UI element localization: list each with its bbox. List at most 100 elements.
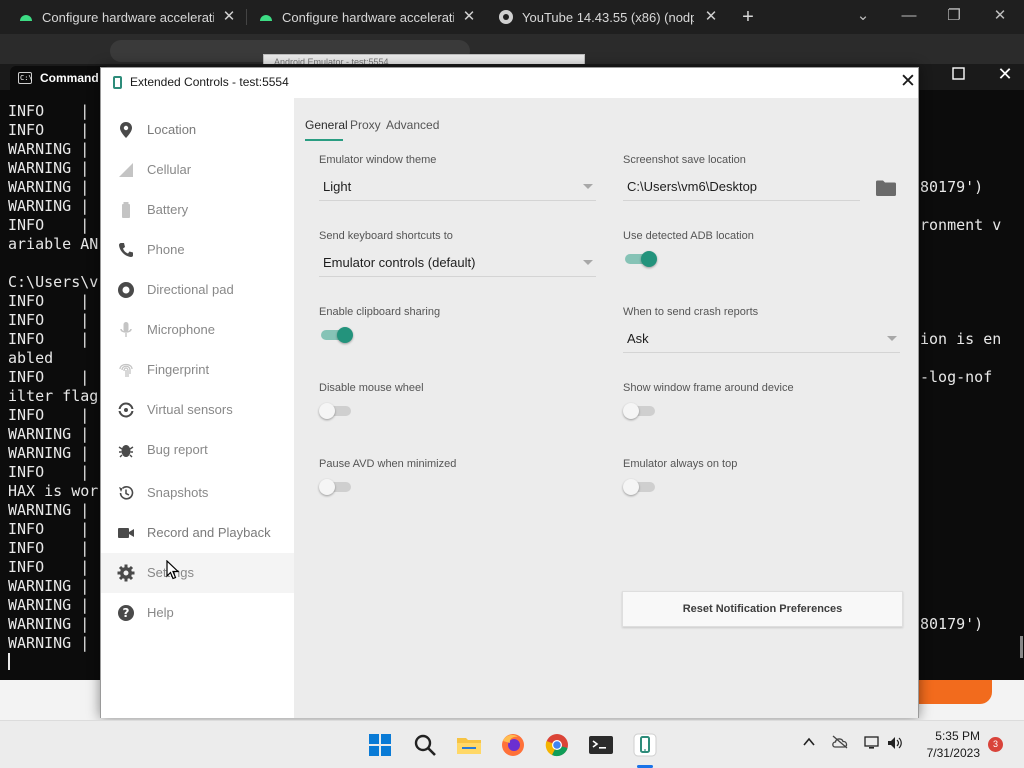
adb-location-toggle[interactable] <box>623 249 659 269</box>
search-icon[interactable] <box>411 731 439 759</box>
mouse-pointer-icon <box>166 560 180 580</box>
sidebar-item-help[interactable]: ? Help <box>101 593 294 633</box>
browser-tab-strip: Configure hardware acceleration ✕ Config… <box>0 0 1024 34</box>
dialog-close-icon[interactable]: ✕ <box>896 70 920 94</box>
chevron-down-icon[interactable] <box>887 336 897 341</box>
sidebar-item-label: Location <box>147 122 197 137</box>
chrome-icon[interactable] <box>543 731 571 759</box>
battery-icon <box>122 202 130 218</box>
terminal-line: WARNING | <box>8 159 99 177</box>
sidebar-item-label: Fingerprint <box>147 362 210 377</box>
tab-general[interactable]: General <box>305 118 348 132</box>
terminal-line: ariable AN <box>8 235 99 253</box>
pause-avd-toggle[interactable] <box>319 477 355 497</box>
always-on-top-toggle[interactable] <box>623 477 659 497</box>
always-on-top-label: Emulator always on top <box>623 458 738 470</box>
minimize-icon[interactable]: — <box>897 4 921 28</box>
terminal-line: INFO | <box>8 311 99 329</box>
sidebar-item-label: Bug report <box>147 442 208 457</box>
sidebar-item-record-and-playback[interactable]: Record and Playback <box>101 513 294 553</box>
sidebar-item-virtual-sensors[interactable]: Virtual sensors <box>101 390 294 430</box>
tab-advanced[interactable]: Advanced <box>386 118 439 132</box>
tab-close-icon[interactable]: ✕ <box>220 8 238 26</box>
chevron-down-icon[interactable] <box>583 184 593 189</box>
network-icon[interactable] <box>863 735 881 753</box>
tab-close-icon[interactable]: ✕ <box>702 8 720 26</box>
sidebar-item-settings[interactable]: Settings <box>101 553 294 593</box>
fingerprint-icon <box>119 363 133 377</box>
sidebar-item-label: Help <box>147 605 174 620</box>
crash-reports-select[interactable]: Ask <box>627 331 649 346</box>
reset-notification-preferences-button[interactable]: Reset Notification Preferences <box>622 591 903 627</box>
taskbar: 5:35 PM 7/31/2023 3 <box>0 720 1024 768</box>
sidebar-item-location[interactable]: Location <box>101 110 294 150</box>
sidebar-item-fingerprint[interactable]: Fingerprint <box>101 350 294 390</box>
clock-time[interactable]: 5:35 PM <box>916 729 980 743</box>
sidebar-item-snapshots[interactable]: Snapshots <box>101 473 294 513</box>
terminal-line: WARNING | <box>8 634 99 652</box>
mouse-wheel-toggle[interactable] <box>319 401 355 421</box>
shortcuts-select[interactable]: Emulator controls (default) <box>323 255 475 270</box>
window-frame-toggle[interactable] <box>623 401 659 421</box>
theme-select[interactable]: Light <box>323 179 351 194</box>
theme-label: Emulator window theme <box>319 154 437 166</box>
sidebar-item-phone[interactable]: Phone <box>101 230 294 270</box>
terminal-line: abled <box>8 349 54 367</box>
terminal-line: WARNING | <box>8 596 99 614</box>
terminal-output-left: INFO | INFO | WARNING | WARNING | WARNIN… <box>8 102 100 653</box>
new-tab-button[interactable]: + <box>737 6 759 28</box>
sidebar-item-bug-report[interactable]: Bug report <box>101 430 294 470</box>
terminal-close-icon[interactable]: ✕ <box>996 64 1014 84</box>
tab-close-icon[interactable]: ✕ <box>460 8 478 26</box>
tray-overflow-chevron-icon[interactable] <box>800 735 818 753</box>
browser-tab[interactable]: Configure hardware acceleration ✕ <box>240 0 484 34</box>
sidebar-item-microphone[interactable]: Microphone <box>101 310 294 350</box>
sidebar-item-label: Battery <box>147 202 189 217</box>
sidebar-item-directional-pad[interactable]: Directional pad <box>101 270 294 310</box>
screenshot-location-field[interactable]: C:\Users\vm6\Desktop <box>627 179 757 194</box>
folder-icon[interactable] <box>875 180 897 196</box>
onedrive-icon[interactable] <box>831 735 849 753</box>
terminal-line: WARNING | <box>8 425 99 443</box>
terminal-line: ion is en <box>920 330 1002 348</box>
sidebar-item-cellular[interactable]: Cellular <box>101 150 294 190</box>
firefox-icon[interactable] <box>499 731 527 759</box>
terminal-line: INFO | <box>8 330 99 348</box>
tab-proxy[interactable]: Proxy <box>350 118 381 132</box>
terminal-scrollbar[interactable] <box>1020 636 1023 658</box>
browser-tab[interactable]: YouTube 14.43.55 (x86) (nodpi) (A ✕ <box>480 0 726 34</box>
windows-start-icon[interactable] <box>366 731 394 759</box>
svg-text:?: ? <box>123 606 130 620</box>
terminal-line: WARNING | <box>8 444 99 462</box>
android-emulator-icon[interactable] <box>631 731 659 759</box>
notification-badge[interactable]: 3 <box>988 737 1003 752</box>
clipboard-sharing-toggle[interactable] <box>319 325 355 345</box>
window-frame-label: Show window frame around device <box>623 382 794 394</box>
sidebar-item-label: Phone <box>147 242 185 257</box>
file-explorer-icon[interactable] <box>455 731 483 759</box>
close-window-icon[interactable]: ✕ <box>988 4 1012 28</box>
terminal-cursor <box>8 653 10 670</box>
terminal-line: WARNING | <box>8 197 99 215</box>
tab-search-dropdown-icon[interactable]: ⌄ <box>851 4 875 28</box>
clock-date[interactable]: 7/31/2023 <box>908 746 980 760</box>
terminal-icon[interactable] <box>587 731 615 759</box>
browser-tab[interactable]: Configure hardware acceleration ✕ <box>0 0 244 34</box>
volume-icon[interactable] <box>886 735 904 753</box>
sidebar-item-battery[interactable]: Battery <box>101 190 294 230</box>
maximize-icon[interactable] <box>950 65 968 83</box>
chevron-down-icon[interactable] <box>583 260 593 265</box>
restore-icon[interactable]: ❐ <box>942 4 966 28</box>
tab-title: Configure hardware acceleration <box>282 9 454 25</box>
sidebar-item-label: Virtual sensors <box>147 402 233 417</box>
terminal-tab[interactable]: C:\ Command <box>10 66 110 90</box>
dialog-titlebar: Extended Controls - test:5554 ✕ <box>101 68 918 98</box>
